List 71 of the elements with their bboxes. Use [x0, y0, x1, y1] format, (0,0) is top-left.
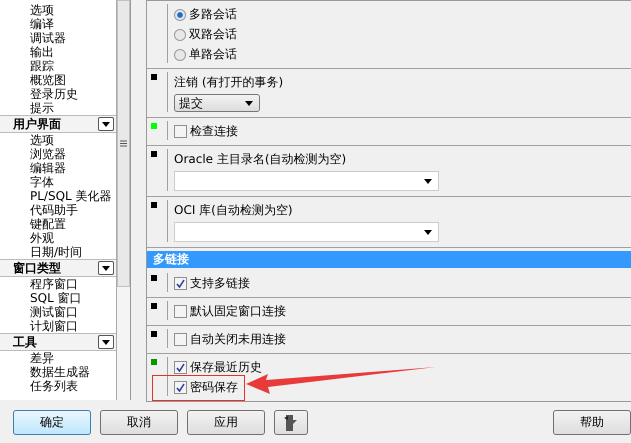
collapse-button[interactable]: [98, 117, 114, 131]
sidebar-item[interactable]: 提示: [0, 101, 116, 115]
caret-icon: [102, 266, 110, 270]
setting-label: Oracle 主目录名(自动检测为空): [174, 151, 348, 168]
checkbox[interactable]: [174, 381, 187, 394]
checkbox[interactable]: [174, 333, 187, 346]
caret-icon: [424, 230, 432, 234]
sidebar-item[interactable]: 编译: [0, 17, 116, 31]
sidebar-item[interactable]: 数据生成器: [0, 365, 116, 379]
sidebar-item[interactable]: 外观: [0, 231, 116, 245]
checkbox-label: 保存最近历史: [190, 359, 262, 376]
sidebar-item[interactable]: 字体: [0, 175, 116, 189]
sidebar-item[interactable]: SQL 窗口: [0, 291, 116, 305]
sidebar-item[interactable]: 任务列表: [0, 379, 116, 393]
section-header: 多链接: [147, 251, 631, 268]
sidebar-item[interactable]: 选项: [0, 3, 116, 17]
sidebar-item[interactable]: 编辑器: [0, 161, 116, 175]
scrollbar-thumb[interactable]: [117, 0, 130, 287]
sidebar-item[interactable]: 键配置: [0, 217, 116, 231]
sidebar-item[interactable]: 跟踪: [0, 59, 116, 73]
checkbox-label: 自动关闭未用连接: [190, 331, 286, 348]
radio-button[interactable]: [174, 48, 186, 60]
group-header[interactable]: 窗口类型: [0, 259, 116, 277]
icon-button[interactable]: [274, 410, 308, 435]
caret-icon: [102, 122, 110, 126]
checkmark-icon: [176, 383, 185, 392]
checkbox[interactable]: [174, 277, 187, 290]
document-arrows-icon: [283, 414, 299, 432]
combo-field[interactable]: [174, 222, 439, 242]
sidebar-item[interactable]: 概览图: [0, 73, 116, 87]
caret-icon: [424, 178, 432, 184]
radio-button[interactable]: [174, 28, 186, 40]
checkbox[interactable]: [174, 361, 187, 374]
radio-label: 双路会话: [189, 26, 237, 43]
collapse-button[interactable]: [98, 261, 114, 275]
combo-field[interactable]: [174, 171, 439, 191]
dialog-button[interactable]: 应用: [187, 410, 265, 435]
checkbox-label: 默认固定窗口连接: [190, 303, 286, 320]
sidebar-item[interactable]: 浏览器: [0, 147, 116, 161]
setting-label: 注销 (有打开的事务): [174, 74, 284, 91]
collapse-button[interactable]: [98, 335, 114, 349]
checkbox-label: 支持多链接: [190, 275, 250, 292]
checkbox-label: 密码保存: [190, 379, 238, 396]
sidebar-item[interactable]: 计划窗口: [0, 319, 116, 333]
sidebar-item[interactable]: 测试窗口: [0, 305, 116, 319]
dialog-button[interactable]: 取消: [100, 410, 178, 435]
dialog-button[interactable]: 帮助: [553, 410, 631, 435]
checkbox[interactable]: [174, 305, 187, 318]
setting-label: OCI 库(自动检测为空): [174, 202, 294, 219]
sidebar-item[interactable]: PL/SQL 美化器: [0, 189, 116, 203]
checkbox[interactable]: [174, 125, 187, 138]
sidebar-item[interactable]: 选项: [0, 133, 116, 147]
radio-label: 单路会话: [189, 46, 237, 63]
checkmark-icon: [176, 363, 185, 372]
sidebar-item[interactable]: 登录历史: [0, 87, 116, 101]
caret-icon: [102, 340, 110, 344]
sidebar-item[interactable]: 差异: [0, 351, 116, 365]
checkbox-label: 检查连接: [190, 123, 238, 140]
group-header[interactable]: 工具: [0, 333, 116, 351]
sidebar-item[interactable]: 日期/时间: [0, 245, 116, 259]
group-header[interactable]: 用户界面: [0, 115, 116, 133]
sidebar-item[interactable]: 代码助手: [0, 203, 116, 217]
radio-label: 多路会话: [189, 6, 237, 23]
select-dropdown[interactable]: 提交: [174, 94, 260, 112]
radio-button[interactable]: [174, 8, 186, 20]
caret-icon: [245, 100, 253, 106]
dialog-button[interactable]: 确定: [13, 410, 91, 435]
checkmark-icon: [176, 279, 185, 288]
sidebar-item[interactable]: 输出: [0, 45, 116, 59]
sidebar-item[interactable]: 调试器: [0, 31, 116, 45]
sidebar-item[interactable]: 程序窗口: [0, 277, 116, 291]
